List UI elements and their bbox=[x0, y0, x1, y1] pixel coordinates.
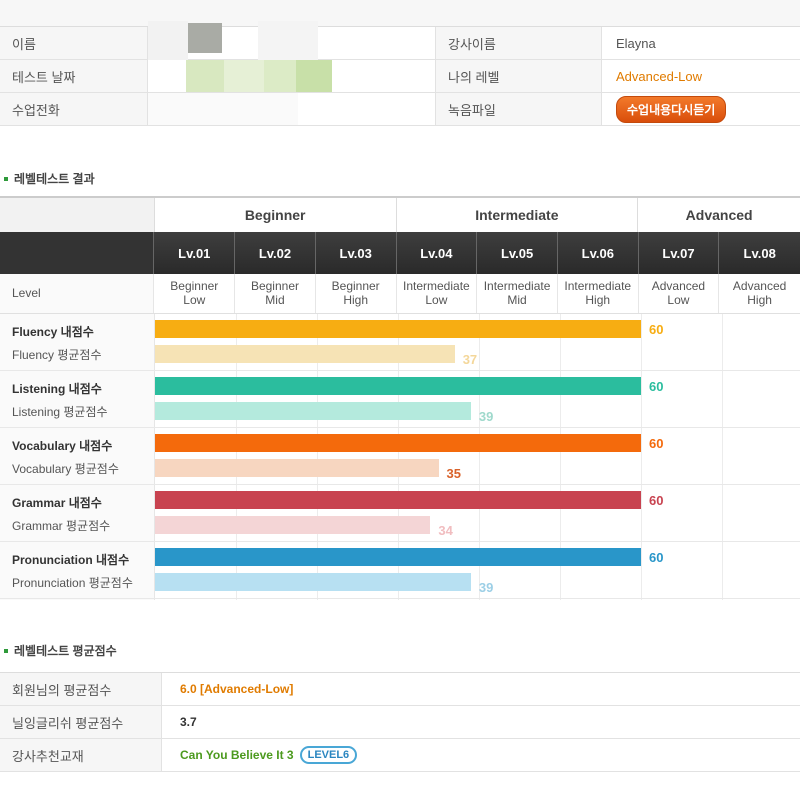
my-score-bar bbox=[155, 491, 641, 509]
avg-row-textbook: 강사추천교재 Can You Believe It 3 LEVEL6 bbox=[0, 739, 800, 772]
level-header: Lv.08 bbox=[743, 245, 776, 261]
test-date-label: 테스트 날짜 bbox=[0, 60, 148, 92]
avg-score-bar bbox=[155, 516, 431, 534]
level-header: Lv.04 bbox=[397, 232, 478, 274]
member-avg-value: 6.0 [Advanced-Low] bbox=[180, 682, 294, 696]
bullet-icon bbox=[4, 176, 8, 181]
class-phone-label: 수업전화 bbox=[0, 93, 148, 125]
avg-row-member: 회원님의 평균점수 6.0 [Advanced-Low] bbox=[0, 673, 800, 706]
avg-score-value: 39 bbox=[478, 580, 494, 595]
bullet-icon bbox=[4, 648, 8, 653]
my-score-bar bbox=[155, 548, 641, 566]
sublevel-label: Beginner High bbox=[316, 274, 397, 313]
my-score-value: 60 bbox=[649, 322, 664, 337]
textbook-label: 강사추천교재 bbox=[0, 739, 162, 771]
section-title-average: 레벨테스트 평균점수 bbox=[4, 642, 117, 659]
my-level-label: 나의 레벨 bbox=[436, 60, 602, 92]
section-title-results: 레벨테스트 결과 bbox=[4, 170, 95, 187]
sublevel-label: Intermediate Low bbox=[397, 274, 478, 313]
nilling-avg-label: 닐잉글리쉬 평균점수 bbox=[0, 706, 162, 738]
my-score-bar bbox=[155, 377, 641, 395]
section-title-text: 레벨테스트 평균점수 bbox=[14, 644, 117, 658]
my-score-value: 60 bbox=[649, 379, 664, 394]
avg-score-bar bbox=[155, 573, 471, 591]
my-score-label: Fluency 내점수 bbox=[12, 325, 94, 339]
score-group-grammar: Grammar 내점수 Grammar 평균점수 60 34 bbox=[0, 485, 800, 542]
member-avg-label: 회원님의 평균점수 bbox=[0, 673, 162, 705]
class-phone-value-redacted bbox=[148, 93, 436, 125]
my-score-value: 60 bbox=[649, 550, 664, 565]
level-header: Lv.05 bbox=[477, 232, 558, 274]
test-date-value-redacted bbox=[148, 60, 436, 92]
level-header: Lv.07 bbox=[639, 232, 720, 274]
level-header: Lv.02 bbox=[235, 232, 316, 274]
my-score-label: Listening 내점수 bbox=[12, 382, 102, 396]
textbook-title[interactable]: Can You Believe It 3 bbox=[180, 748, 294, 762]
avg-score-bar bbox=[155, 459, 439, 477]
avg-score-label: Grammar 평균점수 bbox=[12, 519, 111, 533]
my-score-bar bbox=[155, 320, 641, 338]
teacher-label: 강사이름 bbox=[436, 27, 602, 59]
sublevel-row: Level Beginner Low Beginner Mid Beginner Hi… bbox=[0, 274, 800, 314]
sublevel-label: Intermediate High bbox=[558, 274, 639, 313]
score-group-listening: Listening 내점수 Listening 평균점수 60 39 bbox=[0, 371, 800, 428]
avg-score-bar bbox=[155, 402, 471, 420]
level-header: Lv.01 bbox=[154, 232, 236, 274]
recording-label: 녹음파일 bbox=[436, 93, 602, 125]
level-header: Lv.03 bbox=[316, 232, 397, 274]
my-score-label: Grammar 내점수 bbox=[12, 496, 102, 510]
my-score-label: Vocabulary 내점수 bbox=[12, 439, 113, 453]
textbook-value-cell: Can You Believe It 3 LEVEL6 bbox=[162, 739, 800, 771]
top-strip bbox=[0, 0, 800, 26]
recording-cell: 수업내용다시듣기 bbox=[602, 93, 800, 125]
my-score-bar bbox=[155, 434, 641, 452]
avg-score-value: 39 bbox=[478, 409, 494, 424]
score-chart: Fluency 내점수 Fluency 평균점수 60 37 Listening 내점수… bbox=[0, 314, 800, 600]
average-table: 회원님의 평균점수 6.0 [Advanced-Low] 닐잉글리쉬 평균점수 … bbox=[0, 672, 800, 772]
band-intermediate: Intermediate bbox=[396, 198, 639, 232]
section-title-text: 레벨테스트 결과 bbox=[14, 172, 95, 186]
my-level-value: Advanced-Low bbox=[616, 68, 702, 84]
info-row-name: 이름 강사이름 Elayna bbox=[0, 21, 800, 61]
avg-score-label: Pronunciation 평균점수 bbox=[12, 576, 133, 590]
my-score-label: Pronunciation 내점수 bbox=[12, 553, 130, 567]
avg-score-value: 34 bbox=[438, 523, 453, 538]
sublevel-label: Advanced Low bbox=[639, 274, 720, 313]
name-label: 이름 bbox=[0, 27, 148, 59]
sublevel-label: Beginner Mid bbox=[235, 274, 316, 313]
level-number-row: Lv.01 Lv.02 Lv.03 Lv.04 Lv.05 Lv.06 Lv.0… bbox=[0, 232, 800, 274]
info-table: 이름 강사이름 Elayna 테스트 날짜 나의 레벨 Advanced-Low… bbox=[0, 21, 800, 126]
name-value-redacted bbox=[148, 21, 436, 61]
score-group-pronunciation: Pronunciation 내점수 Pronunciation 평균점수 60 39 bbox=[0, 542, 800, 599]
sublevel-label: Advanced High bbox=[732, 278, 787, 307]
score-group-vocabulary: Vocabulary 내점수 Vocabulary 평균점수 60 35 bbox=[0, 428, 800, 485]
sublevel-label: Beginner Low bbox=[154, 274, 236, 313]
nilling-avg-value: 3.7 bbox=[180, 715, 197, 729]
level-row-label: Level bbox=[0, 274, 155, 313]
band-row: Beginner Intermediate Advanced bbox=[0, 196, 800, 232]
avg-score-label: Fluency 평균점수 bbox=[12, 348, 102, 362]
avg-row-nilling: 닐잉글리쉬 평균점수 3.7 bbox=[0, 706, 800, 739]
band-advanced: Advanced bbox=[638, 198, 800, 232]
info-row-phone: 수업전화 녹음파일 수업내용다시듣기 bbox=[0, 93, 800, 126]
sublevel-label: Intermediate Mid bbox=[477, 274, 558, 313]
band-beginner: Beginner bbox=[154, 198, 397, 232]
avg-score-label: Listening 평균점수 bbox=[12, 405, 108, 419]
avg-score-bar bbox=[155, 345, 455, 363]
info-row-date: 테스트 날짜 나의 레벨 Advanced-Low bbox=[0, 60, 800, 93]
teacher-value: Elayna bbox=[616, 35, 656, 51]
level-badge: LEVEL6 bbox=[299, 746, 358, 764]
avg-score-label: Vocabulary 평균점수 bbox=[12, 462, 119, 476]
replay-lesson-button[interactable]: 수업내용다시듣기 bbox=[616, 95, 727, 123]
score-group-fluency: Fluency 내점수 Fluency 평균점수 60 37 bbox=[0, 314, 800, 371]
my-score-value: 60 bbox=[649, 436, 664, 451]
avg-score-value: 37 bbox=[462, 352, 478, 367]
my-score-value: 60 bbox=[649, 493, 664, 508]
level-result-table: Beginner Intermediate Advanced Lv.01 Lv.… bbox=[0, 196, 800, 600]
level-header: Lv.06 bbox=[558, 232, 639, 274]
avg-score-value: 35 bbox=[446, 466, 461, 481]
